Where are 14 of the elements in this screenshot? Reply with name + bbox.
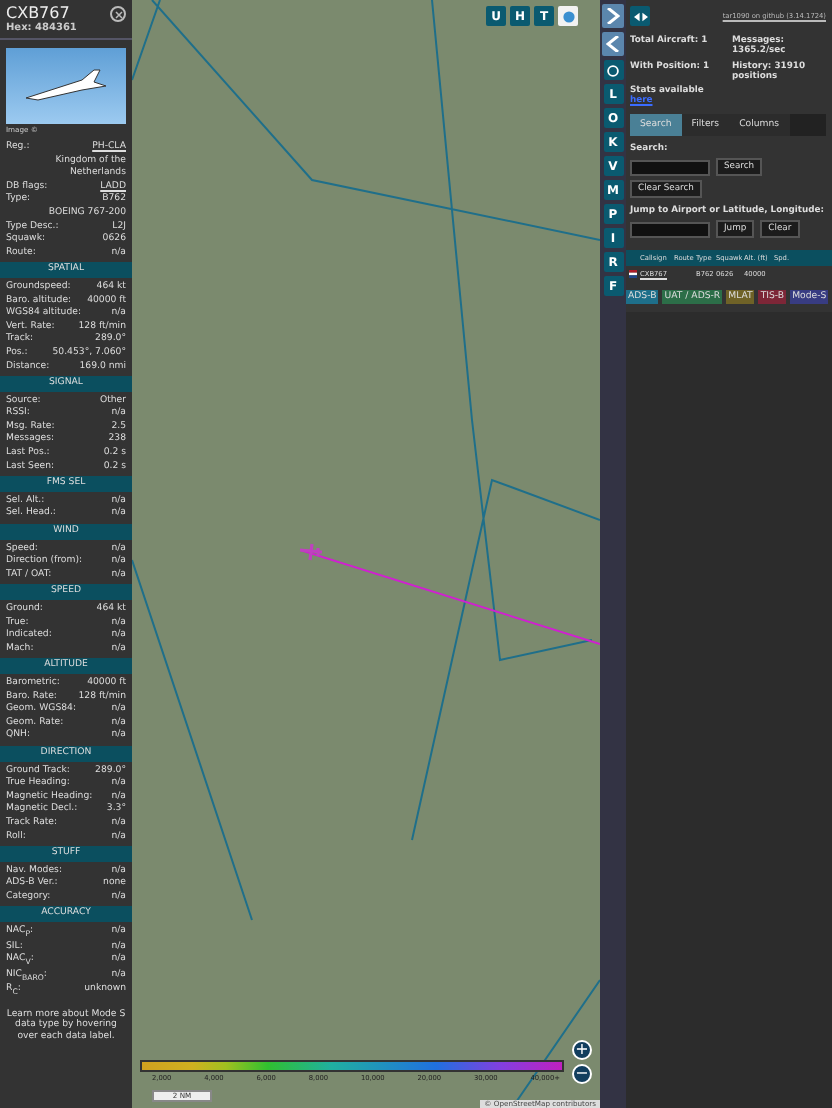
search-field[interactable]: [630, 159, 710, 175]
layers-button[interactable]: [558, 6, 578, 26]
swap-arrows-button[interactable]: [630, 6, 650, 26]
jump-field[interactable]: [630, 221, 710, 237]
callsign-title: CXB767: [6, 4, 72, 22]
settings-button[interactable]: [603, 60, 623, 80]
flag-icon: [628, 270, 638, 278]
collapse-button[interactable]: [602, 32, 624, 56]
close-button[interactable]: [110, 6, 126, 22]
zoom-in-button[interactable]: +: [572, 1040, 592, 1060]
expand-button[interactable]: [602, 4, 624, 28]
zoom-out-button[interactable]: −: [572, 1064, 592, 1084]
table-header: [626, 250, 638, 266]
aircraft-photo-placeholder: [6, 48, 126, 124]
